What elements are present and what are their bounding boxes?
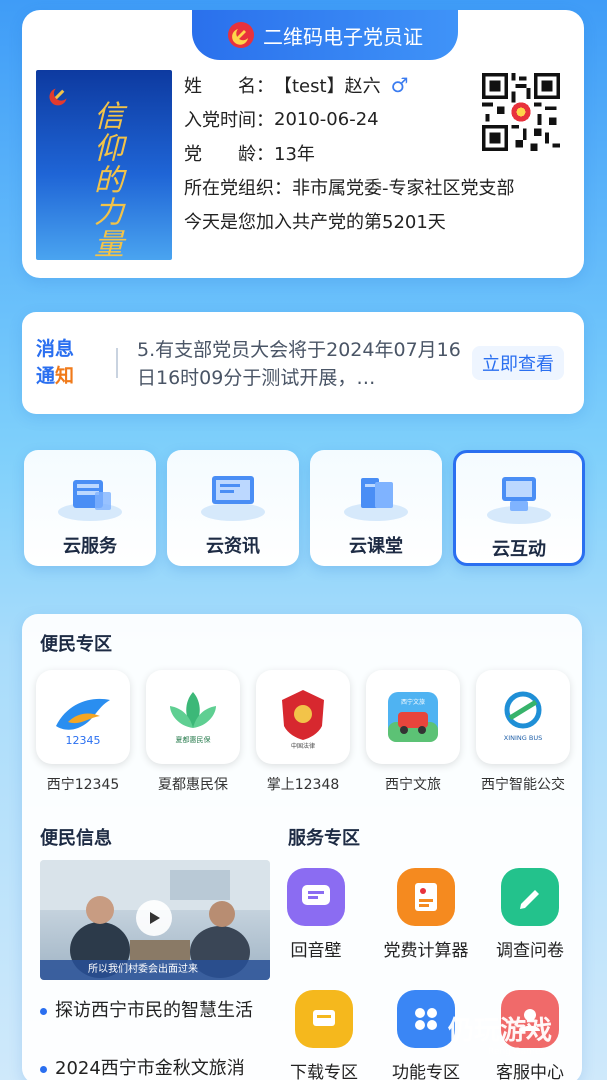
- svc-label: 下载专区: [290, 1063, 358, 1080]
- bullet-icon: [40, 1007, 47, 1015]
- notice-divider: [116, 348, 118, 378]
- notice-tag-line1: 消息: [36, 338, 75, 360]
- calculator-icon: [397, 868, 455, 926]
- svc-echo-wall[interactable]: 回音壁: [268, 868, 364, 961]
- tile-cloud-class-label: 云课堂: [349, 536, 403, 557]
- cloud-interact-icon: [487, 477, 551, 524]
- join-date-label: 入党时间：: [184, 110, 274, 131]
- app-xining-bus-box: XINING BUS: [476, 670, 570, 764]
- bullet-icon: [40, 1065, 47, 1073]
- app-xining-12345-box: 12345: [36, 670, 130, 764]
- app-xining-wenlv[interactable]: 西宁文旅 西宁文旅: [366, 670, 460, 794]
- lotus-icon: 夏都惠民保: [170, 692, 216, 744]
- tile-cloud-news-label: 云资讯: [206, 536, 260, 557]
- org-label: 所在党组织：: [184, 178, 292, 199]
- watermark-sub: Reng Games: [488, 1047, 546, 1057]
- pencil-icon: [501, 868, 559, 926]
- tile-cloud-service[interactable]: 云服务: [24, 450, 156, 566]
- qr-code-icon[interactable]: [482, 72, 560, 152]
- svc-label: 党费计算器: [383, 941, 469, 961]
- party-poster-image: 信仰的力量: [36, 70, 172, 260]
- name-label: 姓 名：: [184, 76, 274, 97]
- days-text: 今天是您加入共产党的第5201天: [184, 212, 446, 233]
- travel-icon: 西宁文旅: [388, 692, 438, 742]
- watermark-logo: 仍玩游戏 Reng Games: [448, 1010, 607, 1080]
- poster-slogan: 信仰的力量: [88, 100, 123, 260]
- app-xiadu-huiminbao[interactable]: 夏都惠民保 夏都惠民保: [146, 670, 240, 794]
- app-label: 夏都惠民保: [158, 777, 228, 793]
- app-label: 西宁12345: [46, 777, 120, 793]
- news-item[interactable]: 2024西宁市金秋文旅消: [40, 1056, 280, 1080]
- video-caption: 所以我们村委会出面过来: [40, 960, 270, 980]
- news-item-text: 2024西宁市金秋文旅消: [55, 1058, 245, 1079]
- chat-bubble-icon: [287, 868, 345, 926]
- view-now-button[interactable]: 立即查看: [472, 346, 564, 380]
- app-zhangshang-12348[interactable]: 中国法律 掌上12348: [256, 670, 350, 794]
- tile-cloud-interact[interactable]: 云互动: [453, 450, 585, 566]
- svc-survey[interactable]: 调查问卷: [482, 868, 578, 961]
- party-age-value: 13年: [274, 144, 315, 165]
- app-xining-12345[interactable]: 12345 西宁12345: [36, 670, 130, 794]
- svc-download[interactable]: 下载专区: [276, 990, 372, 1080]
- notice-tag-line2b: 知: [55, 365, 75, 387]
- app-label: 西宁智能公交: [481, 777, 565, 793]
- grid-icon: [397, 990, 455, 1048]
- name-value: 【test】赵六: [274, 76, 381, 97]
- download-icon: [295, 990, 353, 1048]
- join-date-value: 2010-06-24: [274, 108, 379, 130]
- app-xining-bus[interactable]: XINING BUS 西宁智能公交: [476, 670, 570, 794]
- notice-text: 5.有支部党员大会将于2024年07月16日16时09分于测试开展，…: [137, 339, 461, 389]
- app-xining-bus-badge: XINING BUS: [504, 734, 542, 742]
- info-title: 便民信息: [40, 828, 112, 849]
- bus-logo-icon: XINING BUS: [504, 691, 542, 742]
- days-row: 今天是您加入共产党的第5201天: [184, 204, 544, 238]
- cloud-service-icon: [58, 480, 122, 521]
- tile-cloud-service-label: 云服务: [63, 536, 117, 557]
- svc-fee-calculator[interactable]: 党费计算器: [378, 868, 474, 961]
- app-zhangshang-12348-badge: 中国法律: [291, 742, 315, 750]
- tile-cloud-interact-label: 云互动: [492, 539, 546, 560]
- news-item[interactable]: 探访西宁市民的智慧生活: [40, 998, 280, 1024]
- male-icon: ♂: [390, 73, 409, 97]
- org-value: 非市属党委-专家社区党支部: [292, 178, 515, 199]
- app-zhangshang-12348-box: 中国法律: [256, 670, 350, 764]
- app-xining-wenlv-badge: 西宁文旅: [401, 698, 425, 706]
- svc-label: 回音壁: [290, 941, 342, 961]
- hammer-sickle-icon: [49, 88, 67, 106]
- notice-tag: 消息 通知: [36, 336, 80, 390]
- tile-cloud-news[interactable]: 云资讯: [167, 450, 299, 566]
- tile-cloud-class[interactable]: 云课堂: [310, 450, 442, 566]
- dove-icon: 12345: [56, 698, 110, 747]
- law-emblem-icon: 中国法律: [282, 690, 324, 750]
- app-xiadu-huiminbao-box: 夏都惠民保: [146, 670, 240, 764]
- cloud-news-icon: [201, 476, 265, 521]
- notice-tag-line2a: 通: [36, 365, 56, 387]
- org-row: 所在党组织： 非市属党委-专家社区党支部: [184, 170, 544, 204]
- app-label: 掌上12348: [266, 777, 340, 793]
- watermark-main: 仍玩游戏: [448, 1016, 553, 1046]
- app-label: 西宁文旅: [385, 777, 441, 793]
- card-title: 二维码电子党员证: [263, 24, 423, 49]
- card-title-tab: 二维码电子党员证: [192, 10, 458, 60]
- app-xiadu-huiminbao-badge: 夏都惠民保: [176, 735, 211, 744]
- news-video-thumbnail[interactable]: 所以我们村委会出面过来: [40, 860, 270, 980]
- app-xining-12345-badge: 12345: [66, 734, 101, 747]
- notice-banner[interactable]: 消息 通知 5.有支部党员大会将于2024年07月16日16时09分于测试开展，…: [22, 312, 584, 414]
- play-icon[interactable]: [136, 900, 172, 936]
- convenience-title: 便民专区: [40, 634, 112, 655]
- party-age-label: 党 龄：: [184, 144, 274, 165]
- services-title: 服务专区: [288, 828, 360, 849]
- svc-label: 调查问卷: [496, 941, 564, 961]
- news-item-text: 探访西宁市民的智慧生活: [55, 1000, 253, 1021]
- app-xining-wenlv-box: 西宁文旅: [366, 670, 460, 764]
- party-emblem-icon: [228, 22, 254, 48]
- cloud-class-icon: [344, 478, 408, 521]
- party-member-card: 二维码电子党员证 信仰的力量 姓 名： 【test】赵六 ♂ 入党时间： 201…: [22, 10, 584, 278]
